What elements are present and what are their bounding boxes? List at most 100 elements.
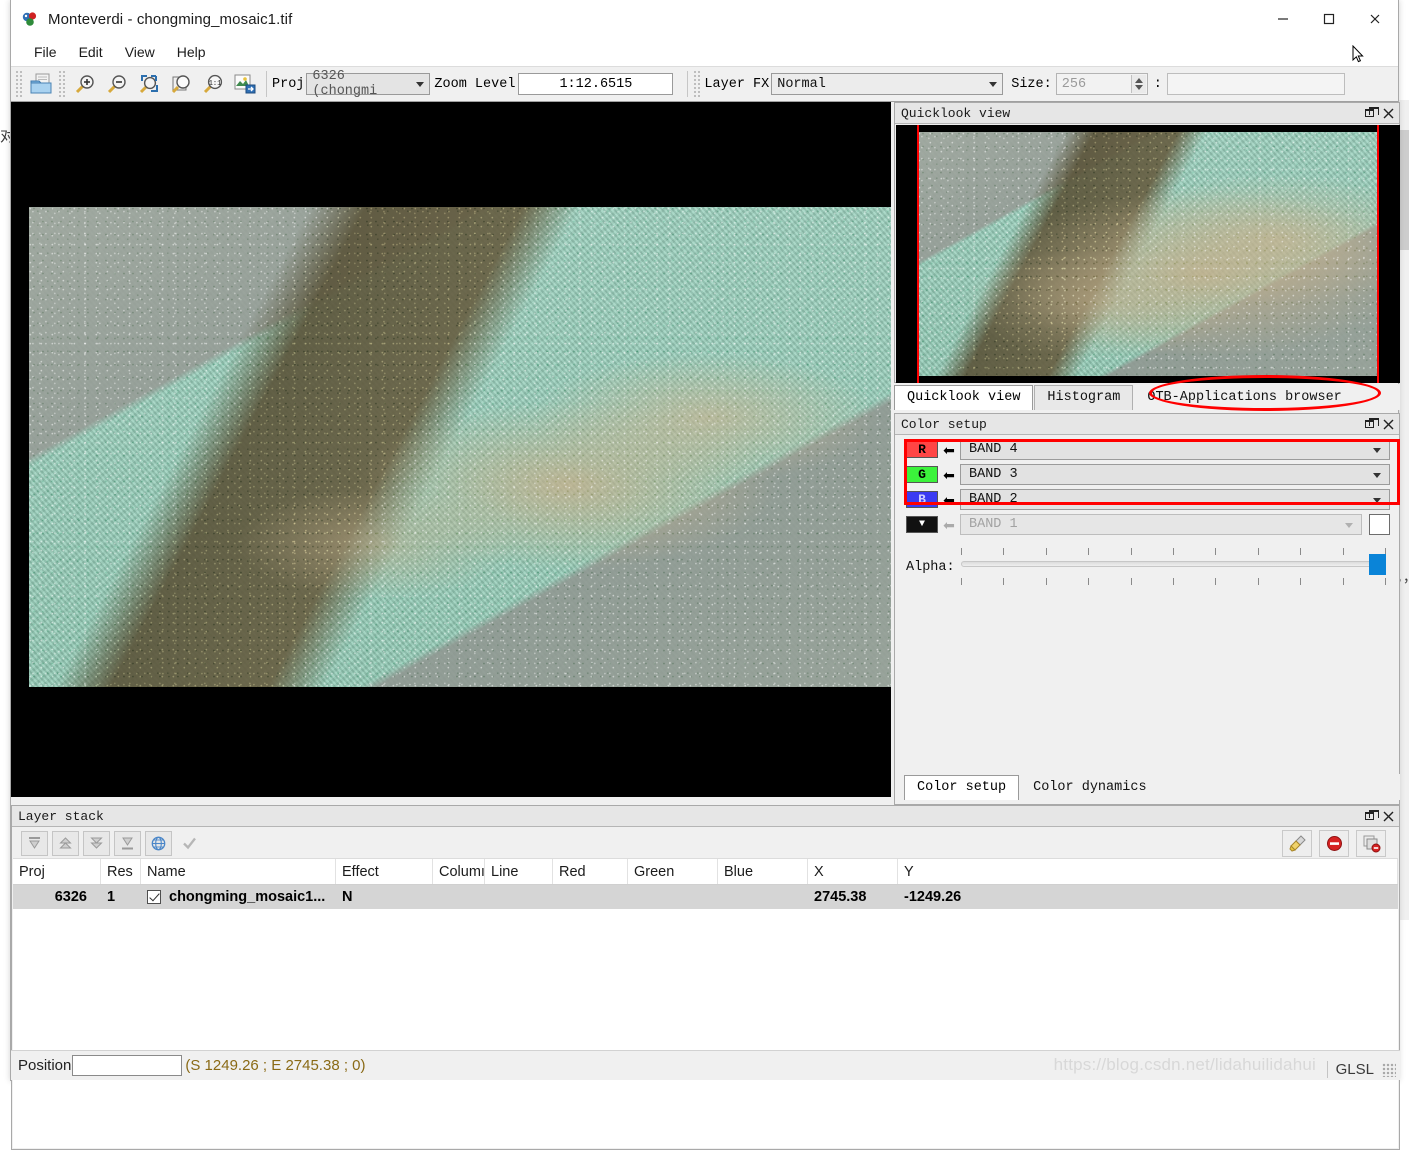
column-header-green[interactable]: Green bbox=[628, 859, 718, 884]
chevron-down-icon bbox=[1345, 523, 1353, 528]
quicklook-close-button[interactable] bbox=[1380, 105, 1397, 122]
column-header-column[interactable]: Columı bbox=[433, 859, 485, 884]
quicklook-viewport-frame-right[interactable] bbox=[1377, 125, 1379, 383]
cell-column bbox=[433, 885, 485, 909]
zoom-one-to-one-button[interactable]: 1:1 bbox=[197, 69, 229, 99]
clean-layers-button[interactable] bbox=[1282, 829, 1312, 857]
stepper-up-icon[interactable] bbox=[1134, 78, 1143, 83]
layer-visibility-checkbox[interactable] bbox=[147, 890, 161, 904]
menu-file[interactable]: File bbox=[23, 41, 68, 63]
layer-fx-select[interactable]: Normal bbox=[771, 73, 1004, 95]
main-image-view[interactable] bbox=[11, 102, 891, 797]
position-input[interactable] bbox=[72, 1055, 183, 1076]
column-header-proj[interactable]: Proj bbox=[13, 859, 101, 884]
delete-all-layers-button[interactable] bbox=[1356, 829, 1386, 857]
color-setup-close-button[interactable] bbox=[1380, 416, 1397, 433]
move-down-button[interactable] bbox=[83, 830, 110, 856]
title-bar: Monteverdi - chongming_mosaic1.tif bbox=[11, 0, 1398, 38]
menu-edit[interactable]: Edit bbox=[68, 41, 114, 63]
projection-value: 6326 (chongmi bbox=[312, 69, 378, 99]
blue-channel-chip: B bbox=[906, 491, 938, 508]
layer-stack-close-button[interactable] bbox=[1380, 808, 1397, 825]
position-coordinates: (S 1249.26 ; E 2745.38 ; 0) bbox=[185, 1057, 366, 1074]
quicklook-viewport-frame-left[interactable] bbox=[917, 125, 919, 383]
color-setup-float-button[interactable] bbox=[1361, 416, 1379, 433]
minimize-button[interactable] bbox=[1260, 0, 1306, 38]
quicklook-canvas[interactable] bbox=[896, 125, 1400, 383]
zoom-out-button[interactable] bbox=[101, 69, 133, 99]
color-setup-body: R ⬅ BAND 4 G ⬅ BAND 3 B ⬅ BAND 2 ▼ ⬅ BAN… bbox=[896, 436, 1398, 803]
tab-histogram[interactable]: Histogram bbox=[1034, 385, 1134, 410]
size-stepper[interactable]: 256 bbox=[1055, 73, 1148, 95]
stepper-arrows[interactable] bbox=[1130, 75, 1146, 93]
alpha-slider[interactable] bbox=[961, 548, 1386, 592]
color-panel-tabs: Color setup Color dynamics bbox=[904, 774, 1400, 800]
alpha-band-checkbox[interactable] bbox=[1369, 514, 1390, 535]
projection-select[interactable]: 6326 (chongmi bbox=[306, 69, 431, 99]
move-up-button[interactable] bbox=[52, 830, 79, 856]
band-row-blue: B ⬅ BAND 2 bbox=[906, 488, 1390, 511]
toolbar-grip[interactable] bbox=[15, 70, 23, 98]
column-header-red[interactable]: Red bbox=[553, 859, 628, 884]
zoom-to-extent-button[interactable] bbox=[133, 69, 165, 99]
main-toolbar: 1:1 Proj 6326 (chongmi Zoom Level 1:12.6… bbox=[11, 66, 1398, 102]
zoom-level-input[interactable]: 1:12.6515 bbox=[518, 73, 674, 95]
close-button[interactable] bbox=[1352, 0, 1398, 38]
layer-stack-panel: Layer stack Proj Res Name Effect Columı … bbox=[11, 805, 1400, 1150]
column-header-blue[interactable]: Blue bbox=[718, 859, 808, 884]
chevron-down-icon bbox=[1373, 448, 1381, 453]
column-header-line[interactable]: Line bbox=[485, 859, 553, 884]
apply-check-button[interactable] bbox=[176, 831, 203, 856]
menu-bar: File Edit View Help bbox=[11, 38, 1398, 66]
alpha-band-select[interactable]: BAND 1 bbox=[960, 514, 1362, 535]
stepper-down-icon[interactable] bbox=[1134, 85, 1143, 90]
tab-quicklook-view[interactable]: Quicklook view bbox=[894, 385, 1034, 410]
green-band-select[interactable]: BAND 3 bbox=[960, 464, 1390, 485]
column-header-effect[interactable]: Effect bbox=[336, 859, 433, 884]
tab-color-setup[interactable]: Color setup bbox=[904, 775, 1020, 800]
export-image-button[interactable] bbox=[229, 69, 261, 99]
menu-view[interactable]: View bbox=[114, 41, 166, 63]
quicklook-float-button[interactable] bbox=[1361, 105, 1379, 122]
toolbar-grip-3[interactable] bbox=[693, 70, 702, 98]
layer-stack-float-button[interactable] bbox=[1361, 808, 1379, 825]
table-row[interactable]: 6326 1 chongming_mosaic1... N 2745.38 -1… bbox=[13, 885, 1398, 909]
zoom-in-button[interactable] bbox=[69, 69, 101, 99]
size-second-input[interactable] bbox=[1166, 73, 1345, 95]
zoom-level-value: 1:12.6515 bbox=[559, 76, 633, 92]
proj-label: Proj bbox=[272, 76, 305, 92]
move-to-bottom-button[interactable] bbox=[114, 830, 141, 856]
delete-layer-button[interactable] bbox=[1319, 829, 1349, 857]
band-row-alpha: ▼ ⬅ BAND 1 bbox=[906, 513, 1390, 536]
watermark-text: https://blog.csdn.net/lidahuilidahui bbox=[1053, 1055, 1316, 1074]
open-file-button[interactable] bbox=[26, 69, 58, 99]
alpha-band-value: BAND 1 bbox=[969, 517, 1018, 532]
layer-fx-value: Normal bbox=[777, 76, 826, 92]
alpha-slider-handle[interactable] bbox=[1369, 554, 1386, 575]
column-header-x[interactable]: X bbox=[808, 859, 898, 884]
alpha-label: Alpha: bbox=[906, 560, 955, 575]
toolbar-grip-2[interactable] bbox=[58, 70, 66, 98]
alpha-slider-track[interactable] bbox=[961, 561, 1386, 567]
chevron-down-icon bbox=[989, 81, 998, 87]
red-band-select[interactable]: BAND 4 bbox=[960, 439, 1390, 460]
chevron-down-icon bbox=[1373, 498, 1381, 503]
satellite-image-quicklook[interactable] bbox=[918, 132, 1378, 376]
maximize-button[interactable] bbox=[1306, 0, 1352, 38]
column-header-res[interactable]: Res bbox=[101, 859, 141, 884]
column-header-name[interactable]: Name bbox=[141, 859, 336, 884]
green-band-value: BAND 3 bbox=[969, 467, 1018, 482]
column-header-y[interactable]: Y bbox=[898, 859, 1398, 884]
size-label: Size: bbox=[1011, 76, 1052, 92]
menu-help[interactable]: Help bbox=[166, 41, 217, 63]
projection-globe-button[interactable] bbox=[145, 830, 172, 856]
zoom-to-layer-button[interactable] bbox=[165, 69, 197, 99]
resize-grip[interactable] bbox=[1382, 1063, 1396, 1077]
layer-fx-label: Layer FX bbox=[704, 76, 770, 92]
move-to-top-button[interactable] bbox=[21, 830, 48, 856]
blue-band-select[interactable]: BAND 2 bbox=[960, 489, 1390, 510]
tab-color-dynamics[interactable]: Color dynamics bbox=[1020, 775, 1160, 800]
tab-otb-applications-browser[interactable]: OTB-Applications browser bbox=[1134, 385, 1355, 410]
red-band-value: BAND 4 bbox=[969, 442, 1018, 457]
satellite-image-main[interactable] bbox=[29, 207, 891, 687]
